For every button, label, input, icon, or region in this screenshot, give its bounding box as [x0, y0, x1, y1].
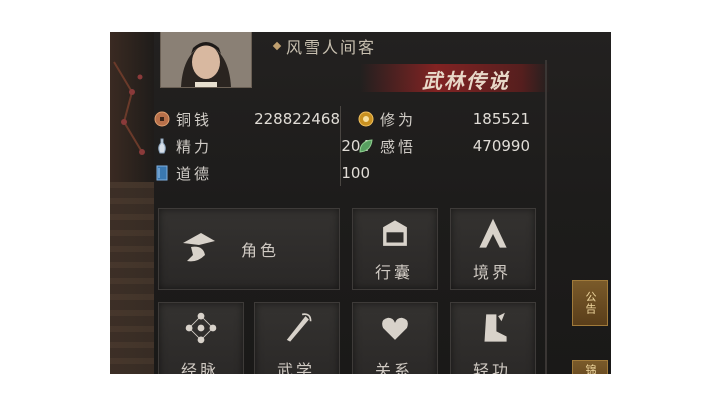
leaf-icon — [358, 138, 374, 154]
vase-icon — [154, 138, 170, 154]
stat-morality: 道德 100 — [154, 163, 370, 183]
menu-relation-button[interactable]: 关系 — [352, 302, 438, 374]
player-name: 风雪人间客 — [272, 34, 377, 58]
heart-icon — [382, 317, 408, 340]
avatar[interactable] — [160, 32, 252, 88]
diamond-icon — [272, 41, 282, 51]
stat-cultivation: 修为 185521 — [358, 109, 538, 129]
side-button-second[interactable]: 锦标 — [572, 360, 608, 374]
stats-divider — [340, 106, 341, 186]
stat-energy: 精力 204 — [154, 136, 370, 156]
book-icon — [154, 165, 170, 181]
role-icon — [183, 233, 215, 262]
panel-divider — [545, 60, 547, 374]
background-decoration — [110, 32, 154, 374]
orb-icon — [358, 111, 374, 127]
coin-icon — [154, 111, 170, 127]
stat-coins: 铜钱 228822468 — [154, 109, 344, 129]
menu-bag-button[interactable]: 行囊 — [352, 208, 438, 290]
menu-martial-button[interactable]: 武学 — [254, 302, 340, 374]
player-name-text: 风雪人间客 — [286, 38, 377, 57]
plum-branch-icon — [113, 61, 145, 155]
stat-insight: 感悟 470990 — [358, 136, 538, 156]
wooden-table — [110, 182, 154, 374]
menu-realm-button[interactable]: 境界 — [450, 208, 536, 290]
menu-role-button[interactable]: 角色 — [158, 208, 340, 290]
title-banner-text: 武林传说 — [422, 69, 510, 93]
martial-icon — [286, 313, 312, 342]
realm-icon — [479, 218, 507, 248]
game-panel: 风雪人间客 武林传说 铜钱 228822468 精力 204 道德 100 修为… — [110, 32, 611, 374]
boot-icon — [484, 312, 507, 342]
notice-button[interactable]: 公告 — [572, 280, 608, 326]
meridian-icon — [185, 312, 217, 344]
menu-lightness-button[interactable]: 轻功 — [450, 302, 536, 374]
menu-meridian-button[interactable]: 经脉 — [158, 302, 244, 374]
bag-icon — [383, 220, 407, 246]
